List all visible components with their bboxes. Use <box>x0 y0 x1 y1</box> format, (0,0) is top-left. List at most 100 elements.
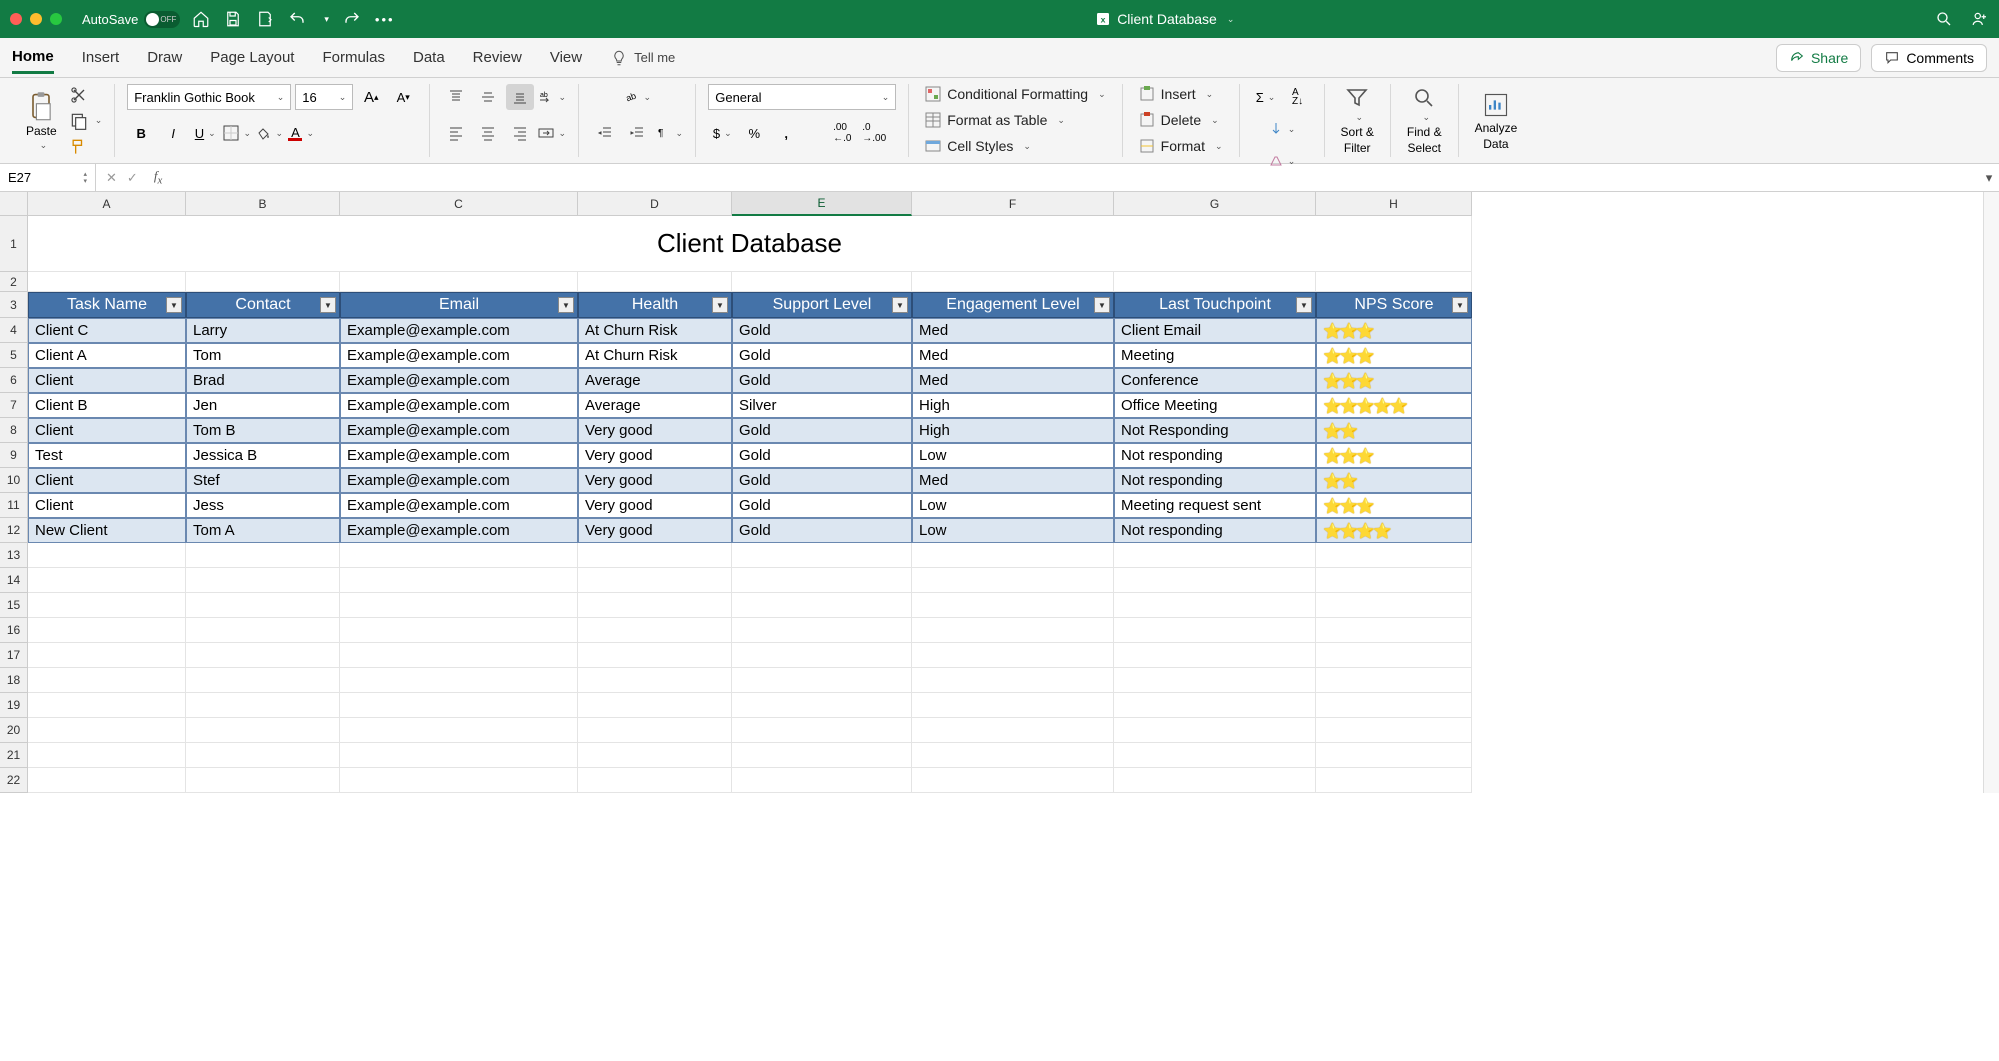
table-cell[interactable]: High <box>912 393 1114 418</box>
col-header-H[interactable]: H <box>1316 192 1472 216</box>
cell[interactable] <box>578 693 732 718</box>
cell[interactable] <box>578 618 732 643</box>
table-cell[interactable]: Med <box>912 318 1114 343</box>
cell[interactable] <box>340 668 578 693</box>
table-cell[interactable]: Example@example.com <box>340 318 578 343</box>
table-cell[interactable]: ⭐⭐ <box>1316 468 1472 493</box>
tab-home[interactable]: Home <box>12 42 54 74</box>
cell[interactable] <box>732 272 912 292</box>
align-bottom-icon[interactable] <box>506 84 534 110</box>
table-cell[interactable]: ⭐⭐⭐ <box>1316 443 1472 468</box>
cell[interactable] <box>1114 643 1316 668</box>
cell[interactable] <box>1114 618 1316 643</box>
table-header[interactable]: Contact▼ <box>186 292 340 318</box>
cell[interactable] <box>1316 643 1472 668</box>
cell[interactable] <box>28 568 186 593</box>
col-header-G[interactable]: G <box>1114 192 1316 216</box>
col-header-B[interactable]: B <box>186 192 340 216</box>
align-left-icon[interactable] <box>442 120 470 146</box>
cell[interactable] <box>186 272 340 292</box>
row-header-15[interactable]: 15 <box>0 593 28 618</box>
table-cell[interactable]: Example@example.com <box>340 493 578 518</box>
cell[interactable] <box>732 693 912 718</box>
table-header[interactable]: NPS Score▼ <box>1316 292 1472 318</box>
undo-dropdown-icon[interactable]: ▾ <box>324 14 329 25</box>
cell[interactable] <box>1316 593 1472 618</box>
table-cell[interactable]: Gold <box>732 343 912 368</box>
cell[interactable] <box>732 618 912 643</box>
cell[interactable] <box>1316 618 1472 643</box>
cell[interactable] <box>186 743 340 768</box>
format-as-table-button[interactable]: Format as Table⌄ <box>921 110 1069 130</box>
cell[interactable] <box>732 718 912 743</box>
redo-icon[interactable] <box>343 10 361 28</box>
align-middle-icon[interactable] <box>474 84 502 110</box>
filter-dropdown-icon[interactable]: ▼ <box>1296 297 1312 313</box>
save-copy-icon[interactable] <box>256 10 274 28</box>
format-cells-button[interactable]: Format⌄ <box>1135 136 1227 156</box>
cell[interactable] <box>340 568 578 593</box>
row-header-13[interactable]: 13 <box>0 543 28 568</box>
table-cell[interactable]: Stef <box>186 468 340 493</box>
tell-me[interactable]: Tell me <box>610 49 675 67</box>
cell[interactable] <box>1114 693 1316 718</box>
row-header-5[interactable]: 5 <box>0 343 28 368</box>
table-cell[interactable]: New Client <box>28 518 186 543</box>
table-cell[interactable]: Low <box>912 518 1114 543</box>
table-cell[interactable]: Low <box>912 443 1114 468</box>
wrap-text-icon[interactable]: ab⌄ <box>538 84 566 110</box>
tab-view[interactable]: View <box>550 43 582 72</box>
table-cell[interactable]: Tom <box>186 343 340 368</box>
sort-filter-button[interactable]: ⌄ Sort &Filter <box>1337 84 1378 157</box>
minimize-window-icon[interactable] <box>30 13 42 25</box>
tab-draw[interactable]: Draw <box>147 43 182 72</box>
cell[interactable] <box>578 743 732 768</box>
row-header-4[interactable]: 4 <box>0 318 28 343</box>
cell[interactable] <box>578 568 732 593</box>
table-cell[interactable]: ⭐⭐⭐ <box>1316 318 1472 343</box>
table-cell[interactable]: Jessica B <box>186 443 340 468</box>
cancel-formula-icon[interactable]: ✕ <box>106 170 117 186</box>
cell[interactable] <box>1316 718 1472 743</box>
cell[interactable] <box>732 543 912 568</box>
cell[interactable] <box>578 643 732 668</box>
tab-formulas[interactable]: Formulas <box>322 43 385 72</box>
table-cell[interactable]: Example@example.com <box>340 368 578 393</box>
table-cell[interactable]: Very good <box>578 418 732 443</box>
cell[interactable] <box>732 568 912 593</box>
decrease-decimal-icon[interactable]: .0→.00 <box>860 120 888 146</box>
table-cell[interactable]: Meeting <box>1114 343 1316 368</box>
cell[interactable] <box>28 768 186 793</box>
fill-icon[interactable]: ⌄ <box>1268 116 1296 142</box>
cell[interactable] <box>340 643 578 668</box>
table-cell[interactable]: Med <box>912 468 1114 493</box>
merge-cells-icon[interactable]: ⌄ <box>538 120 566 146</box>
table-cell[interactable]: Average <box>578 368 732 393</box>
close-window-icon[interactable] <box>10 13 22 25</box>
row-header-2[interactable]: 2 <box>0 272 28 292</box>
table-cell[interactable]: Average <box>578 393 732 418</box>
table-cell[interactable]: Tom B <box>186 418 340 443</box>
table-cell[interactable]: Example@example.com <box>340 418 578 443</box>
table-cell[interactable]: Very good <box>578 518 732 543</box>
table-cell[interactable]: Meeting request sent <box>1114 493 1316 518</box>
col-header-A[interactable]: A <box>28 192 186 216</box>
cell[interactable] <box>28 718 186 743</box>
cell[interactable] <box>912 593 1114 618</box>
name-box[interactable]: E27 ▴▾ <box>0 164 96 191</box>
cell[interactable] <box>1316 743 1472 768</box>
autosum-icon[interactable]: Σ⌄ <box>1252 84 1280 110</box>
paste-button[interactable]: Paste ⌄ <box>22 88 61 153</box>
maximize-window-icon[interactable] <box>50 13 62 25</box>
cell[interactable] <box>186 718 340 743</box>
table-cell[interactable]: Gold <box>732 318 912 343</box>
share-button[interactable]: Share <box>1776 44 1861 72</box>
insert-cells-button[interactable]: Insert⌄ <box>1135 84 1218 104</box>
font-name-select[interactable]: Franklin Gothic Book⌄ <box>127 84 291 110</box>
table-cell[interactable]: At Churn Risk <box>578 318 732 343</box>
table-cell[interactable]: Low <box>912 493 1114 518</box>
cell[interactable] <box>1316 693 1472 718</box>
search-icon[interactable] <box>1935 10 1953 28</box>
table-cell[interactable]: Client B <box>28 393 186 418</box>
table-cell[interactable]: ⭐⭐⭐⭐ <box>1316 518 1472 543</box>
